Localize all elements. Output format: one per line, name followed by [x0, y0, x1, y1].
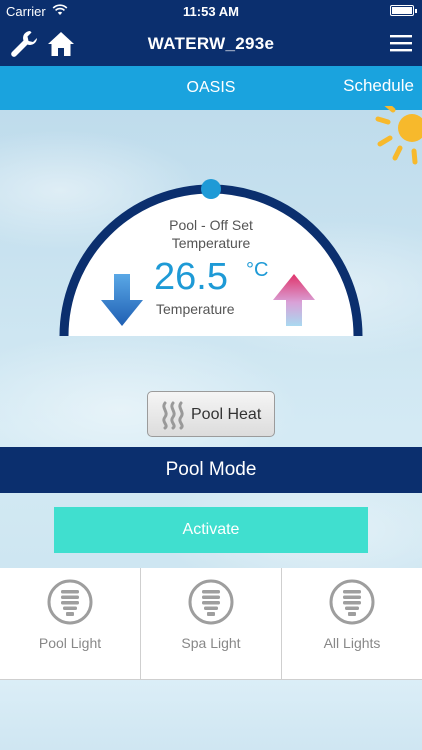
arrow-down-icon[interactable]	[100, 274, 144, 326]
temperature-unit: °C	[246, 259, 269, 281]
pool-heat-button[interactable]: Pool Heat	[147, 391, 275, 437]
heat-waves-icon	[162, 401, 184, 430]
bottom-area	[0, 680, 422, 750]
bulb-icon	[47, 579, 93, 625]
menu-icon[interactable]	[390, 34, 412, 52]
spa-light-button[interactable]: Spa Light	[141, 568, 282, 680]
device-title: WATERW_293e	[147, 34, 275, 53]
pool-mode-header: Pool Mode	[0, 447, 422, 493]
status-bar: Carrier 11:53 AM	[0, 0, 422, 22]
temperature-gauge: Pool - Off Set Temperature 26.5 °C Tempe…	[56, 178, 366, 338]
temperature-sublabel: Temperature	[156, 301, 235, 317]
schedule-link[interactable]: Schedule	[343, 76, 414, 96]
temperature-value: 26.5	[154, 256, 228, 298]
nav-bar: WATERW_293e	[0, 22, 422, 66]
sun-icon	[375, 106, 422, 165]
clock: 11:53 AM	[183, 4, 239, 19]
bulb-icon	[188, 579, 234, 625]
activate-button[interactable]: Activate	[54, 507, 368, 553]
gauge-label: Pool - Off Set	[169, 217, 253, 233]
pool-heat-label: Pool Heat	[191, 406, 262, 423]
spa-light-label: Spa Light	[181, 635, 241, 651]
bulb-icon	[329, 579, 375, 625]
gauge-label-line2: Temperature	[171, 235, 251, 251]
battery-icon	[390, 5, 417, 16]
pool-light-button[interactable]: Pool Light	[0, 568, 141, 680]
lights-panel: Pool Light Spa Light All Lights	[0, 568, 422, 680]
gauge-handle[interactable]	[201, 179, 221, 199]
sub-bar: OASIS Schedule	[0, 66, 422, 110]
all-lights-button[interactable]: All Lights	[282, 568, 422, 680]
arrow-up-icon[interactable]	[272, 274, 316, 326]
pool-light-label: Pool Light	[38, 635, 102, 651]
all-lights-label: All Lights	[323, 635, 381, 651]
